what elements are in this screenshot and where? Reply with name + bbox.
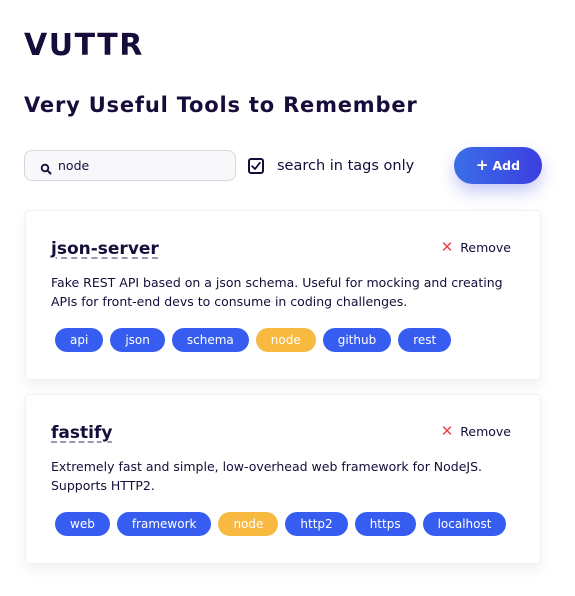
tag[interactable]: api: [55, 328, 104, 352]
tag-list: api json schema node github rest: [55, 328, 452, 352]
tags-only-checkbox[interactable]: [248, 158, 264, 174]
tag-highlighted[interactable]: node: [255, 328, 316, 352]
tool-card: fastify ✕ Remove Extremely fast and simp…: [25, 394, 541, 564]
tag[interactable]: rest: [398, 328, 452, 352]
tag[interactable]: https: [354, 512, 416, 536]
tags-only-toggle[interactable]: search in tags only: [248, 155, 414, 177]
tool-title[interactable]: fastify: [51, 423, 112, 443]
tool-title[interactable]: json-server: [51, 239, 159, 259]
tag-highlighted[interactable]: node: [218, 512, 279, 536]
search-icon: [40, 160, 52, 174]
tag[interactable]: web: [55, 512, 110, 536]
search-box[interactable]: [24, 150, 236, 181]
tool-card: json-server ✕ Remove Fake REST API based…: [25, 210, 541, 380]
remove-button[interactable]: ✕ Remove: [441, 237, 511, 257]
plus-icon: +: [475, 156, 489, 174]
add-tool-button[interactable]: + Add: [454, 147, 542, 184]
remove-label: Remove: [460, 239, 511, 255]
checkmark-icon: [251, 161, 261, 170]
search-input[interactable]: [58, 158, 228, 173]
page-subtitle: Very Useful Tools to Remember: [24, 93, 418, 117]
close-icon: ✕: [440, 237, 454, 256]
tool-description: Fake REST API based on a json schema. Us…: [51, 275, 503, 309]
tag[interactable]: localhost: [422, 512, 507, 536]
tag[interactable]: github: [322, 328, 392, 352]
tag-list: web framework node http2 https localhost: [55, 512, 507, 536]
tag[interactable]: schema: [171, 328, 249, 352]
tag[interactable]: framework: [116, 512, 212, 536]
remove-button[interactable]: ✕ Remove: [441, 421, 511, 441]
add-button-label: Add: [492, 158, 521, 173]
app-title: VUTTR: [24, 28, 144, 63]
tool-description: Extremely fast and simple, low-overhead …: [51, 459, 483, 493]
close-icon: ✕: [440, 421, 454, 440]
remove-label: Remove: [460, 423, 511, 439]
tags-only-label: search in tags only: [277, 158, 415, 174]
tag[interactable]: http2: [285, 512, 348, 536]
tag[interactable]: json: [110, 328, 165, 352]
